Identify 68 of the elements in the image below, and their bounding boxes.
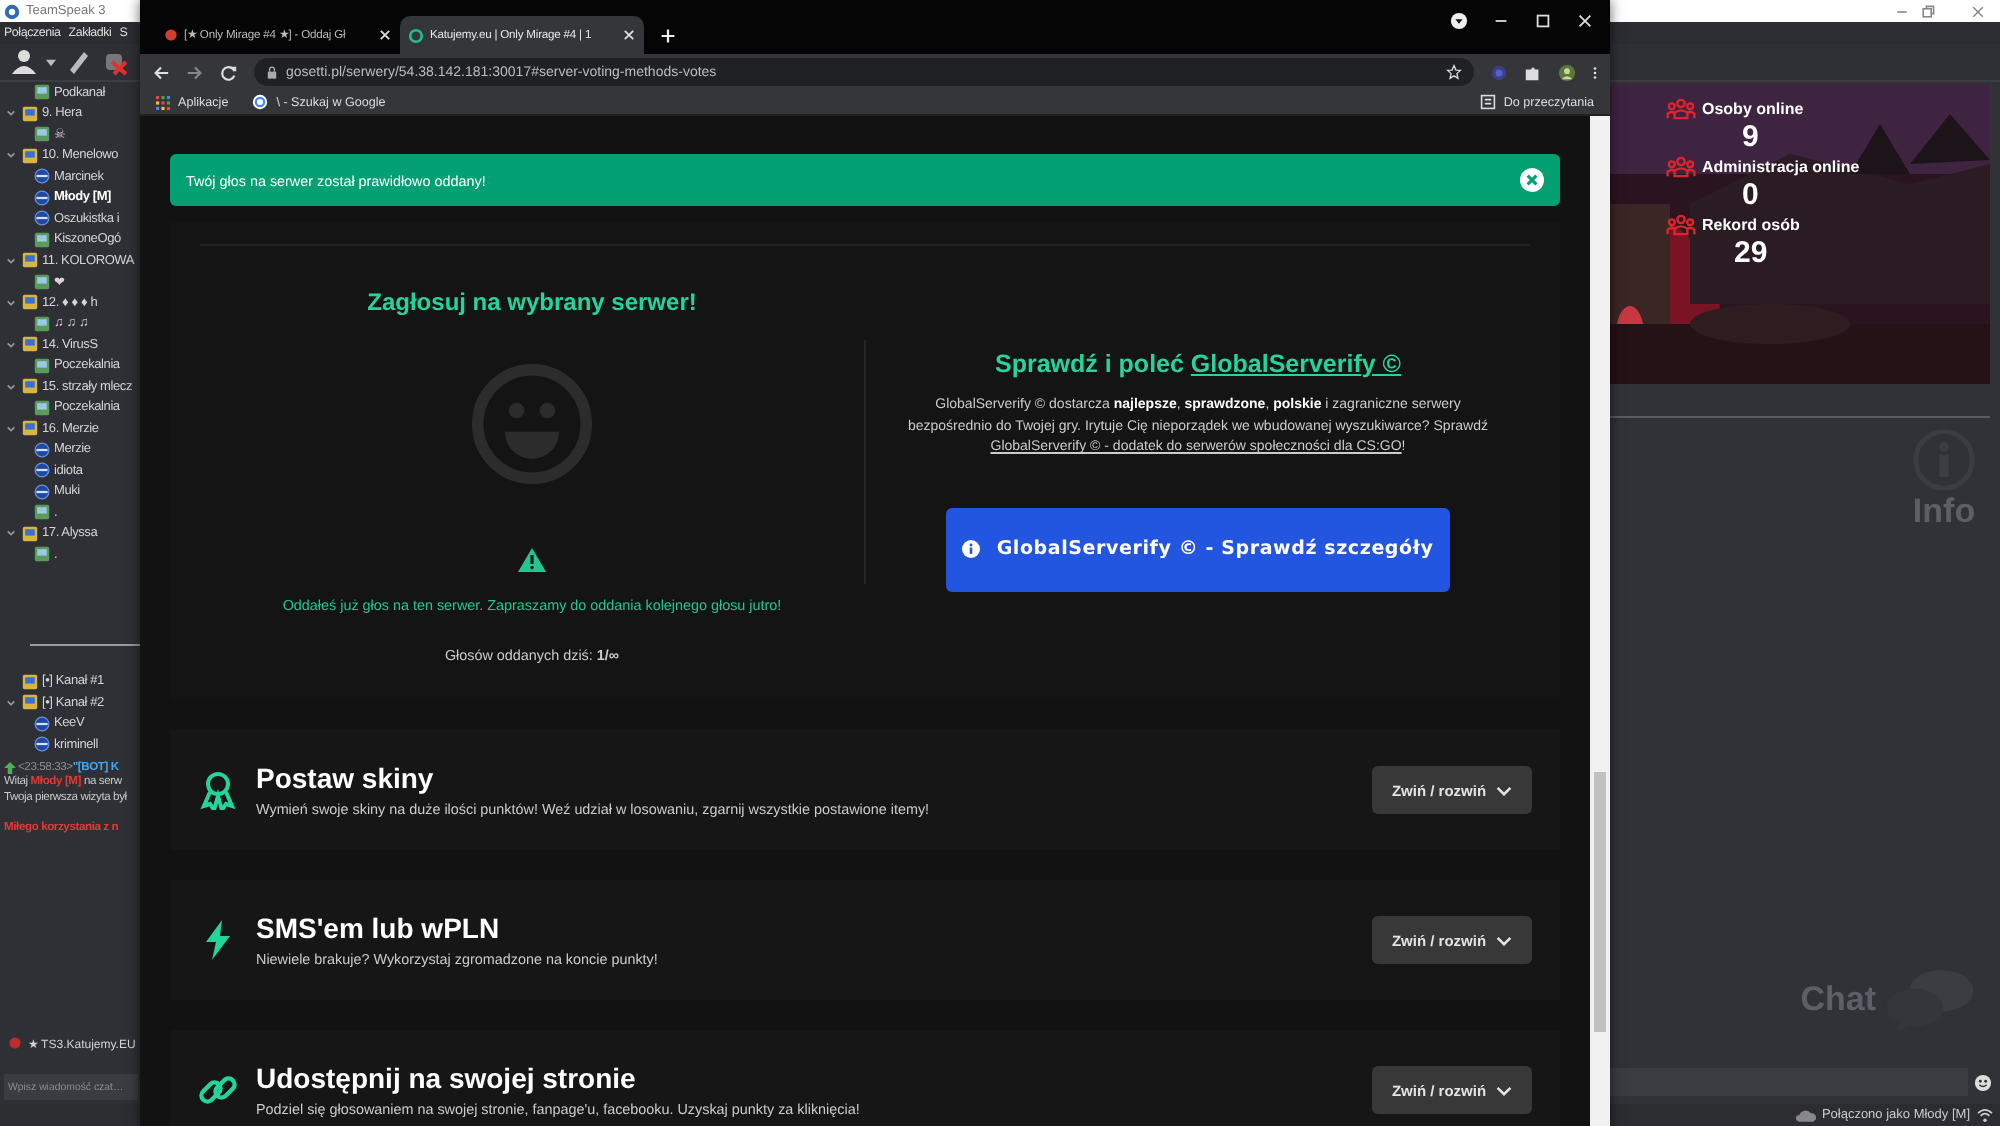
chevron-icon bbox=[1496, 1085, 1513, 1095]
star-icon[interactable] bbox=[1446, 64, 1462, 80]
chevron-icon[interactable] bbox=[6, 108, 16, 119]
section-title: SMS'em lub wPLN bbox=[256, 912, 502, 944]
arrow-icon bbox=[4, 762, 16, 775]
details-button[interactable]: GlobalServerify © - Sprawdź szczegóły bbox=[946, 507, 1450, 591]
google-icon bbox=[252, 94, 269, 110]
chevron-icon bbox=[1496, 785, 1513, 795]
user-status-icon bbox=[34, 210, 50, 227]
close-icon[interactable] bbox=[1576, 11, 1594, 29]
chevron-icon[interactable] bbox=[6, 297, 16, 308]
link-icon bbox=[198, 1070, 238, 1110]
section-title: Udostępnij na swojej stronie bbox=[256, 1062, 638, 1094]
chevron-icon bbox=[1496, 935, 1513, 945]
chevron-icon[interactable] bbox=[6, 423, 16, 434]
smiley-icon bbox=[470, 362, 594, 486]
warning-icon bbox=[518, 548, 546, 572]
circle-icon bbox=[164, 28, 178, 42]
stat-value: 0 bbox=[1742, 178, 1759, 214]
emoji-icon[interactable] bbox=[1974, 1073, 1992, 1091]
apps-grid-icon bbox=[156, 95, 170, 109]
chevron-icon[interactable] bbox=[6, 150, 16, 161]
user-icon[interactable] bbox=[10, 48, 38, 76]
stat-value: 9 bbox=[1742, 120, 1759, 156]
caret-icon[interactable] bbox=[46, 57, 56, 67]
user-status-icon bbox=[34, 168, 50, 185]
promo-link[interactable]: GlobalServerify © bbox=[1190, 350, 1402, 378]
close-icon[interactable] bbox=[622, 28, 636, 42]
award-icon bbox=[198, 770, 238, 810]
user-status-icon bbox=[34, 189, 50, 206]
chevron-icon[interactable] bbox=[6, 255, 16, 266]
reload-icon[interactable] bbox=[220, 63, 238, 81]
wifi-icon bbox=[1976, 1108, 1994, 1122]
stat-label: Administracja online bbox=[1702, 158, 1860, 176]
people-icon bbox=[1666, 98, 1696, 120]
user-status-icon bbox=[34, 736, 50, 753]
ring-icon bbox=[408, 27, 424, 43]
promo-title: Sprawdź i poleć GlobalServerify © bbox=[994, 350, 1402, 378]
chevron-icon[interactable] bbox=[6, 528, 16, 539]
chevron-icon[interactable] bbox=[6, 381, 16, 392]
media-icon[interactable] bbox=[1450, 11, 1468, 29]
user-status-icon bbox=[34, 483, 50, 500]
stat-label: Osoby online bbox=[1702, 100, 1804, 118]
new-tab-icon[interactable] bbox=[660, 28, 676, 44]
reading-list-icon[interactable] bbox=[1479, 94, 1496, 110]
back-icon[interactable] bbox=[152, 63, 170, 81]
avatar-icon[interactable] bbox=[1558, 63, 1576, 81]
more-icon[interactable] bbox=[1592, 63, 1598, 81]
lock-icon bbox=[266, 65, 278, 79]
cloud-icon bbox=[1795, 1108, 1816, 1122]
forward-icon[interactable] bbox=[186, 63, 204, 81]
stat-label: Rekord osób bbox=[1702, 216, 1800, 234]
chevron-icon[interactable] bbox=[6, 339, 16, 350]
stat-value: 29 bbox=[1734, 236, 1768, 272]
people-icon bbox=[1666, 214, 1696, 236]
scrollbar[interactable] bbox=[1590, 116, 1610, 1126]
chevron-icon[interactable] bbox=[6, 697, 16, 708]
chat-field[interactable] bbox=[1610, 1068, 1968, 1096]
maximize-icon[interactable] bbox=[1534, 11, 1552, 29]
people-icon bbox=[1666, 156, 1696, 178]
close-icon[interactable] bbox=[378, 28, 392, 42]
info-icon bbox=[962, 540, 981, 558]
user-status-icon bbox=[34, 441, 50, 458]
user-status-icon bbox=[34, 715, 50, 732]
restore-icon[interactable] bbox=[1918, 3, 1938, 19]
section-title: Postaw skiny bbox=[256, 762, 436, 794]
vote-title: Zagłosuj na wybrany serwer! bbox=[367, 288, 697, 316]
user-status-icon bbox=[34, 462, 50, 479]
